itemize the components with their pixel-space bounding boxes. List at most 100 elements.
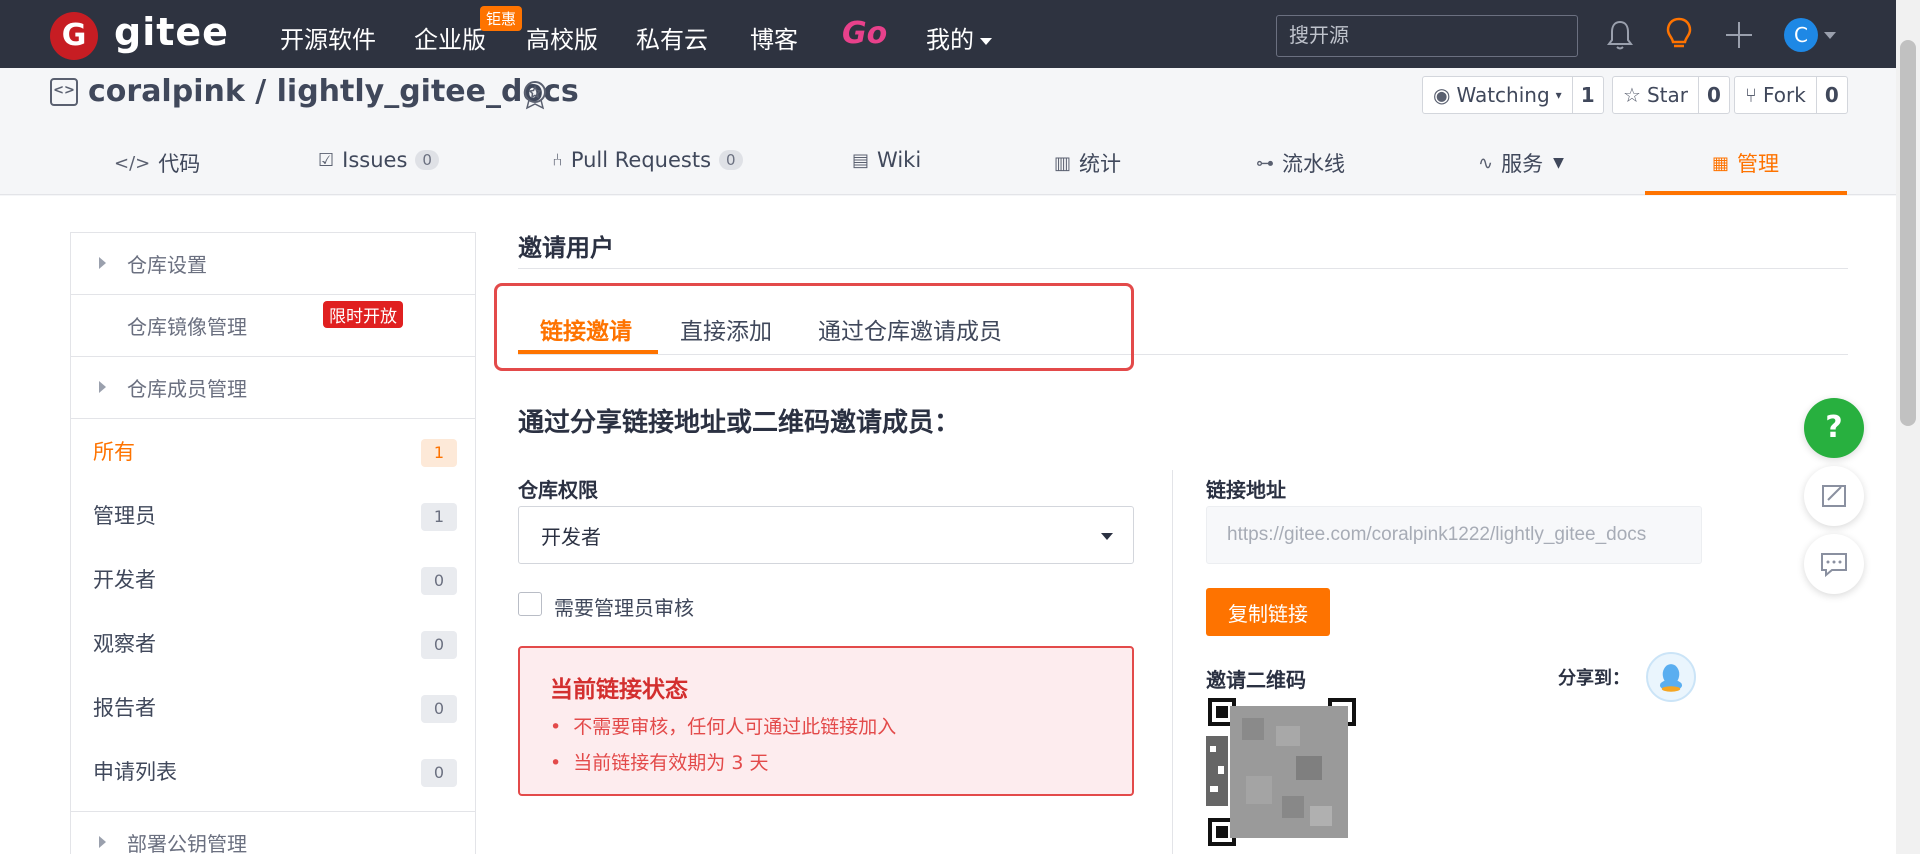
nav-item-blog[interactable]: 博客 (750, 20, 798, 55)
chevron-down-icon: ▾ (1555, 88, 1562, 102)
book-icon: ▤ (852, 149, 870, 171)
star-icon: ☆ (1623, 83, 1641, 107)
nav-item-mine[interactable]: 我的 (926, 20, 992, 55)
sidebar-item-label: 开发者 (93, 568, 156, 592)
nav-item-enterprise[interactable]: 企业版 (414, 20, 486, 55)
nav-item-go[interactable]: Go (842, 16, 887, 51)
tab-code-label: 代码 (158, 152, 201, 176)
page-title: 邀请用户 (518, 234, 614, 262)
gitee-logo-icon[interactable]: G (50, 12, 98, 60)
pulls-count-badge: 0 (719, 150, 743, 170)
link-label: 链接地址 (1206, 478, 1286, 502)
gitee-logo-text[interactable]: gitee (114, 10, 229, 54)
count-badge: 0 (421, 759, 457, 787)
sidebar-item-requests[interactable]: 申请列表 0 (71, 739, 475, 803)
search-input[interactable] (1276, 15, 1578, 57)
tab-wiki[interactable]: ▤ Wiki (852, 148, 921, 172)
plus-icon[interactable] (1722, 18, 1756, 52)
qr-label: 邀请二维码 (1206, 668, 1306, 692)
review-checkbox-label[interactable]: 需要管理员审核 (554, 592, 694, 621)
chevron-down-icon[interactable] (1824, 32, 1836, 39)
tab-code[interactable]: </> 代码 (114, 148, 200, 178)
chat-icon (1821, 553, 1847, 578)
invite-heading: 通过分享链接地址或二维码邀请成员： (518, 408, 961, 438)
caret-right-icon (99, 381, 106, 393)
code-icon: </> (114, 152, 151, 174)
issues-count-badge: 0 (415, 150, 439, 170)
tab-wiki-label: Wiki (877, 148, 922, 172)
nav-item-open-source[interactable]: 开源软件 (280, 20, 376, 55)
avatar[interactable]: C (1784, 18, 1818, 52)
count-badge: 0 (421, 695, 457, 723)
pulse-icon: ∿ (1478, 152, 1494, 174)
lightbulb-icon[interactable] (1662, 16, 1696, 52)
star-label: Star (1646, 83, 1688, 107)
permission-select[interactable]: 开发者 (518, 506, 1134, 564)
watching-button[interactable]: ◉ Watching ▾ 1 (1422, 76, 1604, 114)
tab-manage[interactable]: ▦ 管理 (1712, 148, 1779, 178)
fork-button[interactable]: ⑂ Fork 0 (1734, 76, 1848, 114)
fork-count: 0 (1824, 83, 1839, 107)
settings-sidebar: 仓库设置 仓库镜像管理 限时开放 仓库成员管理 所有 1 管理员 1 开发者 0 观察… (70, 232, 476, 854)
sidebar-item-reporters[interactable]: 报告者 0 (71, 675, 475, 739)
repo-title[interactable]: coralpink / lightly_gitee_docs (88, 74, 579, 109)
tab-stats[interactable]: ▥ 统计 (1054, 148, 1121, 178)
nav-item-university[interactable]: 高校版 (526, 20, 598, 55)
sidebar-section-label: 仓库设置 (127, 253, 207, 277)
qq-share-icon[interactable] (1646, 652, 1696, 702)
sidebar-item-label: 观察者 (93, 632, 156, 656)
fork-icon: ⑂ (1745, 83, 1757, 107)
tab-pulls-label: Pull Requests (570, 148, 712, 172)
award-badge-icon[interactable] (520, 78, 550, 110)
caret-right-icon (99, 257, 106, 269)
permission-value: 开发者 (541, 524, 601, 549)
chat-button[interactable] (1804, 534, 1864, 594)
bell-icon[interactable] (1604, 18, 1636, 52)
invite-link-field[interactable] (1206, 506, 1702, 564)
sidebar-item-admins[interactable]: 管理员 1 (71, 483, 475, 547)
copy-link-button[interactable]: 复制链接 (1206, 588, 1330, 636)
status-item: • 当前链接有效期为 3 天 (550, 752, 769, 774)
scrollbar-thumb[interactable] (1900, 40, 1916, 426)
edit-icon (1822, 485, 1846, 507)
sidebar-item-label: 所有 (93, 440, 135, 464)
manage-icon: ▦ (1712, 152, 1730, 174)
sidebar-section-repo-settings[interactable]: 仓库设置 (71, 233, 475, 295)
divider (1172, 470, 1173, 854)
star-button[interactable]: ☆ Star 0 (1612, 76, 1730, 114)
tab-pipeline-label: 流水线 (1282, 152, 1345, 176)
sidebar-item-all[interactable]: 所有 1 (71, 419, 475, 483)
sidebar-item-label: 仓库镜像管理 (127, 315, 247, 339)
status-item-text: 不需要审核，任何人可通过此链接加入 (573, 716, 897, 738)
sidebar-item-mirror[interactable]: 仓库镜像管理 (71, 295, 475, 357)
tab-service[interactable]: ∿ 服务 ▼ (1478, 148, 1564, 178)
nav-item-private-cloud[interactable]: 私有云 (636, 20, 708, 55)
sidebar-section-deploy-keys[interactable]: 部署公钥管理 (71, 811, 475, 854)
sidebar-section-label: 部署公钥管理 (127, 831, 247, 854)
tab-issues[interactable]: ☑ Issues 0 (318, 148, 439, 172)
divider (518, 268, 1848, 269)
bar-chart-icon: ▥ (1054, 152, 1072, 174)
code-repo-icon: <> (50, 78, 78, 106)
sidebar-section-label: 仓库成员管理 (127, 377, 247, 401)
review-checkbox[interactable] (518, 592, 542, 616)
share-label: 分享到： (1558, 668, 1630, 689)
caret-right-icon (99, 836, 106, 848)
sidebar-item-label: 申请列表 (93, 760, 177, 784)
tab-pull-requests[interactable]: ⑃ Pull Requests 0 (552, 148, 743, 172)
help-button[interactable]: ? (1804, 398, 1864, 458)
permission-label: 仓库权限 (518, 478, 598, 502)
feedback-button[interactable] (1804, 466, 1864, 526)
chevron-down-icon: ▼ (1553, 155, 1564, 171)
sidebar-item-developers[interactable]: 开发者 0 (71, 547, 475, 611)
tab-stats-label: 统计 (1079, 152, 1122, 176)
sidebar-section-members[interactable]: 仓库成员管理 (71, 357, 475, 419)
sidebar-item-observers[interactable]: 观察者 0 (71, 611, 475, 675)
tab-pipeline[interactable]: ⊶ 流水线 (1256, 148, 1345, 178)
pull-request-icon: ⑃ (552, 149, 563, 171)
nav-mine-label: 我的 (926, 26, 974, 54)
watching-label: Watching (1456, 83, 1550, 107)
sidebar-item-label: 报告者 (93, 696, 156, 720)
active-tab-indicator (1645, 191, 1847, 195)
sidebar-item-label: 管理员 (93, 504, 156, 528)
